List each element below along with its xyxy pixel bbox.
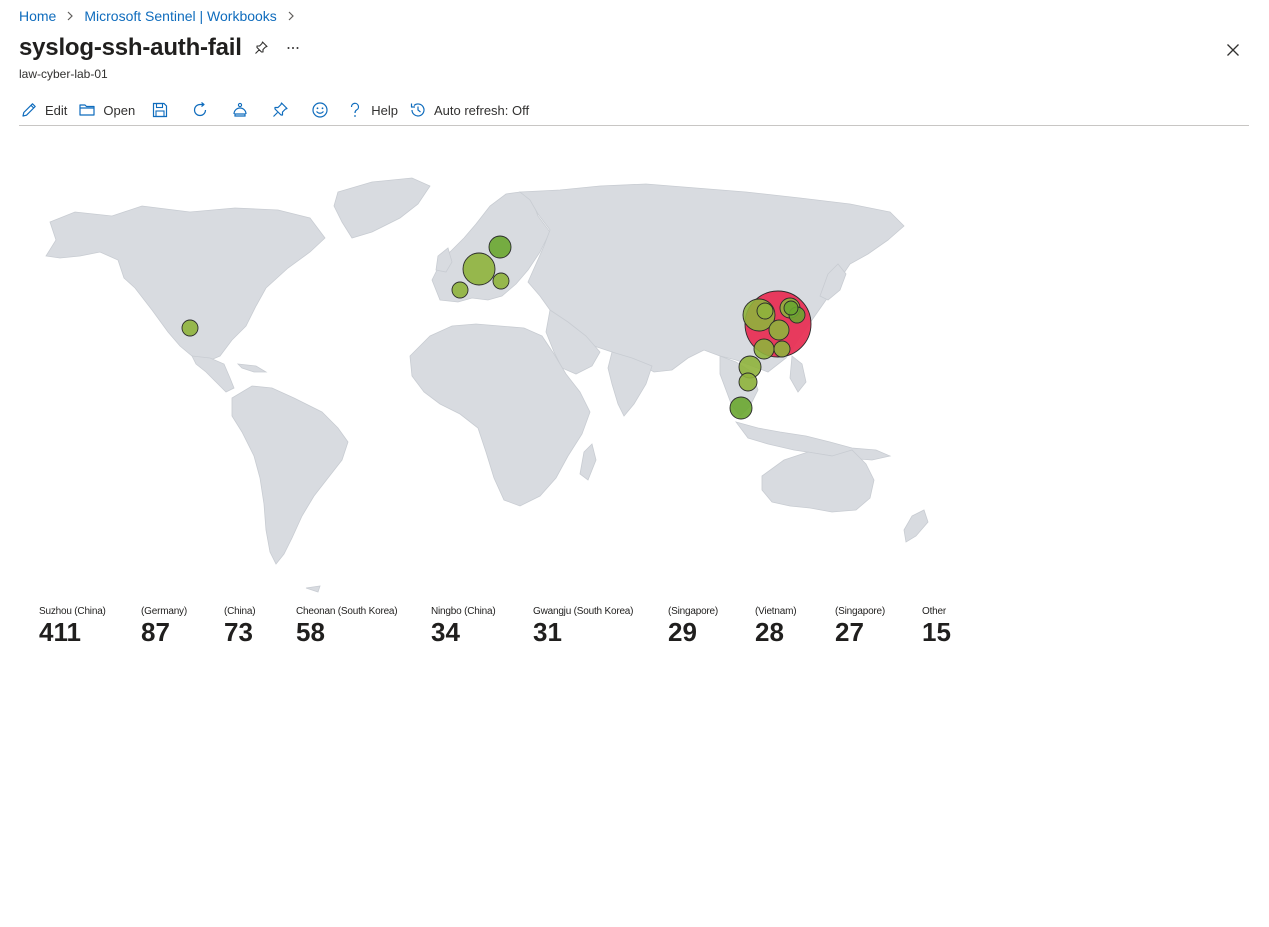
map-bubble[interactable] [773, 340, 791, 358]
tile-label: (Singapore) [668, 606, 719, 617]
edit-icon [19, 100, 39, 120]
map-bubble[interactable] [451, 281, 469, 299]
land-small-islands [305, 585, 321, 593]
tile[interactable]: (China) 73 [224, 606, 256, 647]
tile-label: (Germany) [141, 606, 187, 617]
tile-label: Suzhou (China) [39, 606, 106, 617]
edit-button[interactable]: Edit [19, 96, 67, 124]
feedback-icon [310, 100, 330, 120]
tile[interactable]: (Germany) 87 [141, 606, 187, 645]
map-bubble[interactable] [488, 235, 512, 259]
workspace-subtitle: law-cyber-lab-01 [19, 67, 108, 81]
tile-value: 27 [835, 617, 864, 647]
pin-button[interactable] [265, 96, 295, 124]
map-bubble[interactable] [181, 319, 199, 337]
land-new-zealand [903, 509, 929, 543]
tile-label: (Singapore) [835, 606, 886, 617]
land-north-america [45, 205, 326, 363]
more-icon[interactable] [280, 35, 306, 61]
tile-value: 31 [533, 617, 562, 647]
share-icon [230, 100, 250, 120]
land-masses [45, 177, 929, 593]
save-button[interactable] [145, 96, 175, 124]
breadcrumb-home[interactable]: Home [19, 8, 56, 24]
auto-refresh-label: Auto refresh: Off [433, 102, 530, 118]
tile-value: 34 [431, 617, 460, 647]
map-bubble[interactable] [768, 319, 790, 341]
tile[interactable]: Suzhou (China) 411 [39, 606, 106, 645]
tile-value: 411 [39, 617, 81, 647]
tile-value: 73 [224, 617, 253, 647]
tile-value: 29 [668, 617, 697, 647]
chevron-right-icon [61, 7, 79, 25]
tile-label: Gwangju (South Korea) [533, 606, 634, 617]
map-bubble[interactable] [492, 272, 510, 290]
land-australia [761, 449, 875, 513]
map-bubble[interactable] [462, 252, 496, 286]
breadcrumb-sentinel-workbooks[interactable]: Microsoft Sentinel | Workbooks [84, 8, 276, 24]
tile-label: Other [922, 606, 947, 617]
tile[interactable]: (Vietnam) 28 [755, 606, 797, 647]
map-bubble[interactable] [738, 372, 758, 392]
open-folder-icon [77, 100, 97, 120]
land-greenland [333, 177, 431, 239]
map-bubble[interactable] [756, 302, 774, 320]
history-icon [408, 100, 428, 120]
tile-value: 87 [141, 617, 170, 647]
tile-label: (China) [224, 606, 256, 617]
share-button[interactable] [225, 96, 255, 124]
close-icon[interactable] [1220, 37, 1246, 63]
workbook-toolbar: Edit Open Help Auto refresh: Off [19, 95, 1249, 126]
refresh-icon [190, 100, 210, 120]
land-central-america [191, 355, 235, 393]
tile-value: 58 [296, 617, 325, 647]
tile[interactable]: (Singapore) 29 [668, 606, 718, 645]
help-icon [345, 100, 365, 120]
map-bubble[interactable] [729, 396, 753, 420]
tile-label: (Vietnam) [755, 606, 797, 617]
map-bubble[interactable] [753, 338, 775, 360]
refresh-button[interactable] [185, 96, 215, 124]
chevron-right-icon [282, 7, 300, 25]
pin-icon[interactable] [248, 35, 274, 61]
help-label: Help [371, 102, 398, 118]
tile-label: Ningbo (China) [431, 606, 496, 617]
tile-value: 15 [922, 617, 951, 647]
tile[interactable]: Ningbo (China) 34 [431, 606, 496, 647]
page-title: syslog-ssh-auth-fail [19, 34, 242, 61]
land-caribbean [236, 363, 268, 373]
tile[interactable]: Gwangju (South Korea) 31 [533, 606, 634, 647]
open-label: Open [103, 102, 136, 118]
feedback-button[interactable] [305, 96, 335, 124]
land-south-america [231, 385, 349, 565]
help-button[interactable]: Help [345, 96, 398, 124]
world-map[interactable] [20, 160, 960, 600]
title-row: syslog-ssh-auth-fail [19, 34, 306, 62]
tile-label: Cheonan (South Korea) [296, 606, 398, 617]
map-bubble[interactable] [783, 300, 799, 316]
auto-refresh-button[interactable]: Auto refresh: Off [408, 96, 529, 124]
edit-label: Edit [45, 102, 68, 118]
tile[interactable]: Other 15 [922, 606, 951, 645]
land-philippines [789, 355, 807, 393]
tile-value: 28 [755, 617, 784, 647]
save-icon [150, 100, 170, 120]
tile[interactable]: (Singapore) 27 [835, 606, 885, 645]
land-madagascar [579, 443, 597, 481]
pin-icon [270, 100, 290, 120]
tile[interactable]: Cheonan (South Korea) 58 [296, 606, 398, 647]
breadcrumb: Home Microsoft Sentinel | Workbooks [19, 7, 305, 25]
open-button[interactable]: Open [77, 96, 135, 124]
